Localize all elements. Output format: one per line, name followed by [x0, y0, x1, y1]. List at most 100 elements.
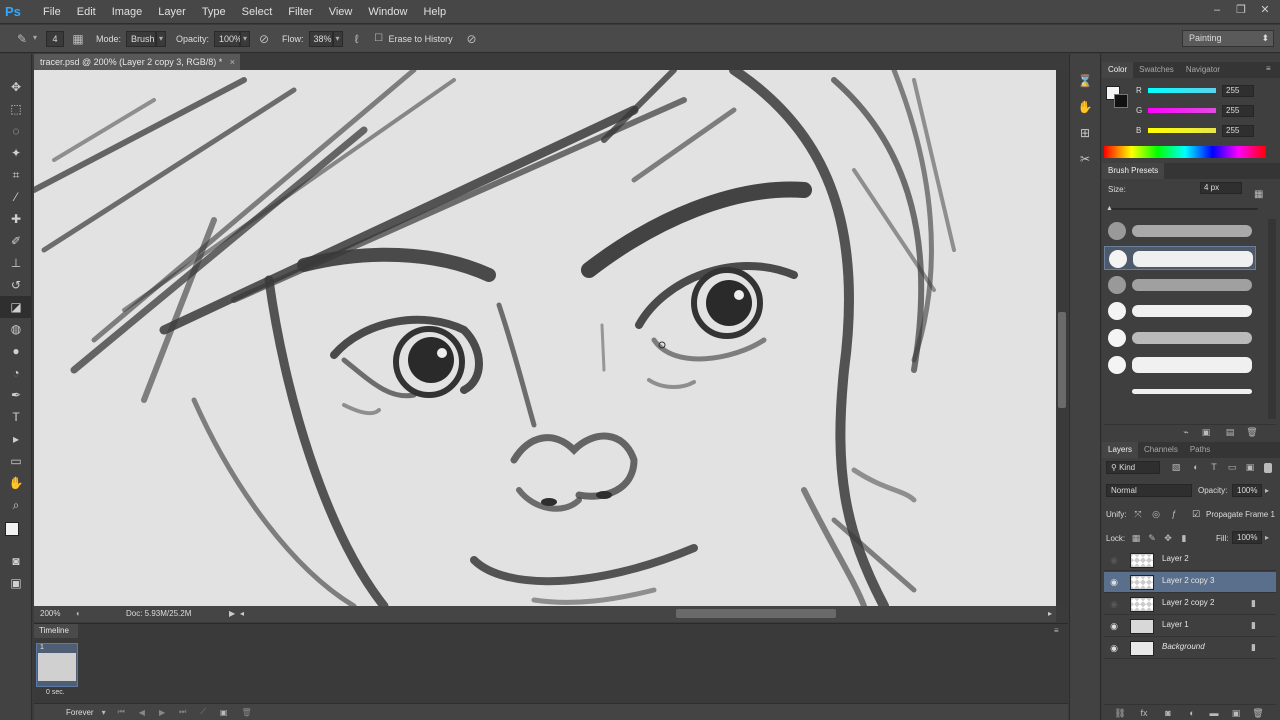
flow-field[interactable]: 38% — [308, 30, 333, 47]
layer-style-icon[interactable]: fx — [1138, 708, 1150, 718]
menu-layer[interactable]: Layer — [150, 0, 194, 24]
brush-preset-item[interactable] — [1104, 353, 1256, 377]
blend-mode-select[interactable]: Normal — [1106, 484, 1192, 497]
pressure-size-icon[interactable]: ⊘ — [464, 31, 480, 47]
tab-navigator[interactable]: Navigator — [1180, 62, 1226, 78]
erase-history-checkbox[interactable]: ☐ — [371, 31, 387, 47]
tool-preset-dropdown[interactable]: ▾ — [30, 31, 40, 47]
eye-hidden-icon[interactable]: ◉ — [1108, 554, 1120, 566]
g-value-field[interactable]: 255 — [1222, 105, 1254, 117]
add-mask-icon[interactable]: ◙ — [1162, 708, 1174, 718]
tool-presets-panel-icon[interactable]: ✂ — [1070, 146, 1100, 172]
menu-edit[interactable]: Edit — [69, 0, 104, 24]
tab-layers[interactable]: Layers — [1102, 442, 1139, 458]
brush-preset-item[interactable] — [1104, 273, 1256, 297]
hand-tool-icon[interactable]: ✋ — [0, 472, 32, 494]
brush-settings-icon[interactable]: ▦ — [1254, 189, 1268, 203]
brush-panel-toggle-icon[interactable]: ▦ — [70, 31, 86, 47]
status-menu-arrow-icon[interactable]: ▶ — [229, 606, 235, 622]
menu-help[interactable]: Help — [415, 0, 454, 24]
filter-type-icon[interactable]: T — [1208, 462, 1220, 472]
close-document-icon[interactable]: × — [230, 54, 235, 70]
chevron-right-icon[interactable]: ▸ — [1265, 533, 1269, 542]
brush-list-scrollbar[interactable] — [1268, 219, 1276, 419]
unify-position-icon[interactable]: ⤧ — [1132, 509, 1144, 520]
eye-icon[interactable]: ◉ — [1108, 620, 1120, 632]
brush-size-field[interactable]: 4 — [46, 30, 64, 47]
create-preset-icon[interactable]: ▤ — [1224, 427, 1236, 438]
menu-filter[interactable]: Filter — [280, 0, 320, 24]
lock-position-icon[interactable]: ✥ — [1162, 533, 1174, 544]
tab-brush-presets[interactable]: Brush Presets — [1102, 163, 1165, 179]
brush-preset-item[interactable] — [1104, 299, 1256, 323]
vertical-scrollbar-thumb[interactable] — [1058, 312, 1066, 408]
document-canvas[interactable] — [34, 70, 1056, 606]
brush-size-slider[interactable] — [1108, 208, 1258, 210]
history-brush-tool-icon[interactable]: ↺ — [0, 274, 32, 296]
lasso-tool-icon[interactable]: ◌ — [0, 120, 32, 142]
menu-file[interactable]: File — [35, 0, 69, 24]
layer-row[interactable]: ◉ Layer 1 ▮ — [1104, 616, 1276, 637]
menu-window[interactable]: Window — [360, 0, 415, 24]
brush-size-slider-handle[interactable]: ▲ — [1106, 205, 1113, 212]
path-select-tool-icon[interactable]: ▸ — [0, 428, 32, 450]
tab-paths[interactable]: Paths — [1184, 442, 1216, 458]
new-brush-icon[interactable]: ▣ — [1200, 427, 1212, 438]
chevron-right-icon[interactable]: ▸ — [1265, 486, 1269, 495]
r-slider[interactable] — [1148, 88, 1216, 93]
toggle-brush-panel-icon[interactable]: ⌁ — [1180, 427, 1192, 438]
timeline-menu-icon[interactable]: ≡ — [1054, 626, 1059, 635]
foreground-color-swatch[interactable] — [5, 522, 19, 536]
healing-tool-icon[interactable]: ✚ — [0, 208, 32, 230]
previous-frame-icon[interactable]: ◀ — [139, 708, 145, 717]
delete-layer-icon[interactable]: 🗑 — [1252, 708, 1264, 719]
frame-delay-select[interactable]: 0 sec. — [46, 689, 65, 696]
scroll-left-icon[interactable]: ◂ — [240, 606, 244, 622]
shape-tool-icon[interactable]: ▭ — [0, 450, 32, 472]
eye-hidden-icon[interactable]: ◉ — [1108, 598, 1120, 610]
new-group-icon[interactable]: ▬ — [1208, 708, 1220, 718]
layer-filter-kind-select[interactable]: ⚲ Kind — [1106, 461, 1160, 474]
color-swatches[interactable] — [0, 516, 31, 550]
minimize-icon[interactable]: – — [1210, 4, 1224, 16]
status-info-icon[interactable]: ◐ — [76, 606, 81, 622]
layer-row[interactable]: ◉ Layer 2 copy 2 ▮ — [1104, 594, 1276, 615]
filter-shape-icon[interactable]: ▭ — [1226, 462, 1238, 473]
unify-style-icon[interactable]: ƒ — [1168, 509, 1180, 519]
filter-pixel-icon[interactable]: ▧ — [1170, 462, 1182, 473]
duplicate-frame-icon[interactable]: ▣ — [220, 708, 228, 717]
dodge-tool-icon[interactable]: ◔ — [0, 362, 32, 384]
tab-color[interactable]: Color — [1102, 62, 1134, 78]
g-slider[interactable] — [1148, 108, 1216, 113]
eraser-tool-icon[interactable]: ✎ — [14, 31, 30, 47]
b-slider[interactable] — [1148, 128, 1216, 133]
eye-icon[interactable]: ◉ — [1108, 576, 1120, 588]
brush-tool-icon[interactable]: ✐ — [0, 230, 32, 252]
flow-dropdown[interactable]: ▾ — [332, 30, 343, 47]
properties-panel-icon[interactable]: ⊞ — [1070, 120, 1100, 146]
brush-preset-item[interactable] — [1104, 380, 1256, 404]
restore-icon[interactable]: ❐ — [1234, 4, 1248, 16]
layer-row[interactable]: ◉ Layer 2 — [1104, 550, 1276, 571]
workspace-select[interactable]: Painting ⬍ — [1182, 30, 1274, 47]
lock-all-icon[interactable]: ▮ — [1178, 533, 1190, 544]
loop-select[interactable]: Forever — [66, 708, 94, 717]
mode-select[interactable]: Brush — [126, 30, 157, 47]
layer-opacity-field[interactable]: 100% — [1232, 484, 1262, 497]
layer-row[interactable]: ◉ Background ▮ — [1104, 638, 1276, 659]
eyedropper-tool-icon[interactable]: ⁄ — [0, 186, 32, 208]
actions-panel-icon[interactable]: ✋ — [1070, 94, 1100, 120]
pen-tool-icon[interactable]: ✒ — [0, 384, 32, 406]
new-layer-icon[interactable]: ▣ — [1230, 708, 1242, 719]
delete-frame-icon[interactable]: 🗑 — [241, 708, 251, 717]
eye-icon[interactable]: ◉ — [1108, 642, 1120, 654]
marquee-tool-icon[interactable]: ⬚ — [0, 98, 32, 120]
filter-adjustment-icon[interactable]: ◐ — [1190, 462, 1202, 472]
quick-select-tool-icon[interactable]: ✦ — [0, 142, 32, 164]
filter-smart-object-icon[interactable]: ▣ — [1244, 462, 1256, 473]
brush-size-value[interactable]: 4 px — [1200, 182, 1242, 194]
background-color-chip[interactable] — [1114, 94, 1128, 108]
opacity-dropdown[interactable]: ▾ — [240, 30, 251, 47]
brush-preset-item-selected[interactable] — [1104, 246, 1256, 270]
opacity-field[interactable]: 100% — [214, 30, 242, 47]
